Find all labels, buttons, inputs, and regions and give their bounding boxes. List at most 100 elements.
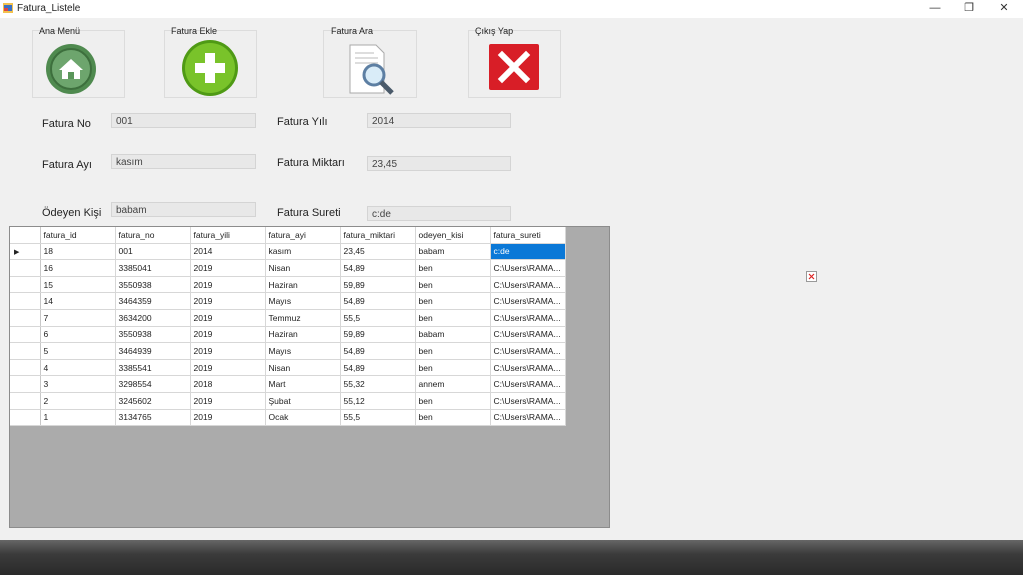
table-cell[interactable]: annem <box>415 375 491 393</box>
table-cell[interactable]: 59,89 <box>340 326 416 344</box>
table-cell[interactable]: 54,89 <box>340 342 416 360</box>
table-cell[interactable]: C:\Users\RAMA... <box>490 326 566 344</box>
column-header[interactable]: fatura_miktari <box>340 227 416 244</box>
table-cell[interactable]: ben <box>415 342 491 360</box>
table-cell[interactable]: 54,89 <box>340 259 416 277</box>
table-cell[interactable]: Temmuz <box>265 309 341 327</box>
table-row[interactable]: 3 3298554 2018 Mart 55,32 annem C:\Users\RAMA.… <box>10 375 566 393</box>
row-header[interactable] <box>10 375 41 393</box>
table-cell[interactable]: 3 <box>40 375 116 393</box>
table-cell[interactable]: babam <box>415 326 491 344</box>
table-cell[interactable]: ben <box>415 392 491 410</box>
table-cell[interactable]: Mart <box>265 375 341 393</box>
table-cell[interactable]: Ocak <box>265 409 341 427</box>
row-header[interactable]: ▶ <box>10 243 41 261</box>
table-cell[interactable]: 2019 <box>190 392 266 410</box>
minimize-button[interactable]: — <box>918 0 952 18</box>
table-cell[interactable]: ben <box>415 309 491 327</box>
table-cell[interactable]: 5 <box>40 342 116 360</box>
table-cell[interactable]: C:\Users\RAMA... <box>490 342 566 360</box>
table-cell[interactable]: Mayıs <box>265 342 341 360</box>
row-header[interactable] <box>10 326 41 344</box>
table-cell[interactable]: babam <box>415 243 491 261</box>
table-cell[interactable]: 2019 <box>190 326 266 344</box>
table-row[interactable]: 15 3550938 2019 Haziran 59,89 ben C:\Users\RAM… <box>10 276 566 294</box>
column-header[interactable]: odeyen_kisi <box>415 227 491 244</box>
table-cell[interactable]: ben <box>415 359 491 377</box>
table-cell[interactable]: Nisan <box>265 359 341 377</box>
search-invoice-button[interactable] <box>323 30 417 98</box>
invoice-data-grid[interactable]: fatura_id fatura_no fatura_yili fatura_a… <box>9 226 610 528</box>
table-row[interactable]: 2 3245602 2019 Şubat 55,12 ben C:\Users\RAMA..… <box>10 392 566 410</box>
table-cell[interactable]: 2019 <box>190 359 266 377</box>
table-cell[interactable]: 14 <box>40 292 116 310</box>
table-cell[interactable]: 3634200 <box>115 309 191 327</box>
table-cell[interactable]: 2019 <box>190 259 266 277</box>
table-cell[interactable]: ben <box>415 259 491 277</box>
invoice-no-field[interactable]: 001 <box>111 113 256 128</box>
table-cell[interactable]: 2019 <box>190 309 266 327</box>
invoice-year-field[interactable]: 2014 <box>367 113 511 128</box>
payer-field[interactable]: babam <box>111 202 256 217</box>
row-header[interactable] <box>10 309 41 327</box>
table-row[interactable]: 6 3550938 2019 Haziran 59,89 babam C:\Users\RA… <box>10 326 566 344</box>
table-cell[interactable]: 3464359 <box>115 292 191 310</box>
table-cell[interactable]: c:de <box>490 243 566 261</box>
table-cell[interactable]: 2019 <box>190 342 266 360</box>
table-cell[interactable]: 55,32 <box>340 375 416 393</box>
table-cell[interactable]: 3464939 <box>115 342 191 360</box>
table-cell[interactable]: 23,45 <box>340 243 416 261</box>
column-header[interactable]: fatura_ayi <box>265 227 341 244</box>
table-cell[interactable]: 55,5 <box>340 309 416 327</box>
table-cell[interactable]: Nisan <box>265 259 341 277</box>
table-cell[interactable]: Haziran <box>265 326 341 344</box>
table-row[interactable]: 1 3134765 2019 Ocak 55,5 ben C:\Users\RAMA... <box>10 409 566 427</box>
table-cell[interactable]: Haziran <box>265 276 341 294</box>
table-row[interactable]: ▶ 18 001 2014 kasım 23,45 babam c:de <box>10 243 566 261</box>
table-row[interactable]: 7 3634200 2019 Temmuz 55,5 ben C:\Users\RAMA..… <box>10 309 566 327</box>
column-header[interactable]: fatura_yili <box>190 227 266 244</box>
table-cell[interactable]: 2019 <box>190 276 266 294</box>
main-menu-button[interactable] <box>32 30 125 98</box>
table-cell[interactable]: C:\Users\RAMA... <box>490 409 566 427</box>
invoice-month-field[interactable]: kasım <box>111 154 256 169</box>
exit-button[interactable] <box>468 30 561 98</box>
table-cell[interactable]: C:\Users\RAMA... <box>490 392 566 410</box>
table-cell[interactable]: 18 <box>40 243 116 261</box>
row-header[interactable] <box>10 259 41 277</box>
column-header[interactable]: fatura_no <box>115 227 191 244</box>
table-cell[interactable]: 3134765 <box>115 409 191 427</box>
table-cell[interactable]: 54,89 <box>340 292 416 310</box>
table-cell[interactable]: 2014 <box>190 243 266 261</box>
table-cell[interactable]: 3385041 <box>115 259 191 277</box>
table-row[interactable]: 14 3464359 2019 Mayıs 54,89 ben C:\Users\RAMA.… <box>10 292 566 310</box>
table-cell[interactable]: 2019 <box>190 409 266 427</box>
table-cell[interactable]: C:\Users\RAMA... <box>490 309 566 327</box>
table-cell[interactable]: 2019 <box>190 292 266 310</box>
table-row[interactable]: 5 3464939 2019 Mayıs 54,89 ben C:\Users\RAMA..… <box>10 342 566 360</box>
table-row[interactable]: 16 3385041 2019 Nisan 54,89 ben C:\Users\RAMA.… <box>10 259 566 277</box>
table-cell[interactable]: Şubat <box>265 392 341 410</box>
table-cell[interactable]: kasım <box>265 243 341 261</box>
row-header[interactable] <box>10 392 41 410</box>
table-cell[interactable]: 6 <box>40 326 116 344</box>
add-invoice-button[interactable] <box>164 30 257 98</box>
table-cell[interactable]: ben <box>415 276 491 294</box>
row-header[interactable] <box>10 342 41 360</box>
table-cell[interactable]: 2018 <box>190 375 266 393</box>
row-header[interactable] <box>10 359 41 377</box>
table-cell[interactable]: C:\Users\RAMA... <box>490 359 566 377</box>
table-cell[interactable]: 4 <box>40 359 116 377</box>
table-cell[interactable]: 7 <box>40 309 116 327</box>
table-cell[interactable]: 55,12 <box>340 392 416 410</box>
row-header[interactable] <box>10 276 41 294</box>
close-window-button[interactable]: ✕ <box>987 0 1021 18</box>
column-header[interactable]: fatura_id <box>40 227 116 244</box>
table-cell[interactable]: 3385541 <box>115 359 191 377</box>
invoice-copy-field[interactable]: c:de <box>367 206 511 221</box>
table-cell[interactable]: 16 <box>40 259 116 277</box>
table-row[interactable]: 4 3385541 2019 Nisan 54,89 ben C:\Users\RAMA..… <box>10 359 566 377</box>
table-cell[interactable]: C:\Users\RAMA... <box>490 375 566 393</box>
column-header[interactable]: fatura_sureti <box>490 227 566 244</box>
table-cell[interactable]: 3245602 <box>115 392 191 410</box>
